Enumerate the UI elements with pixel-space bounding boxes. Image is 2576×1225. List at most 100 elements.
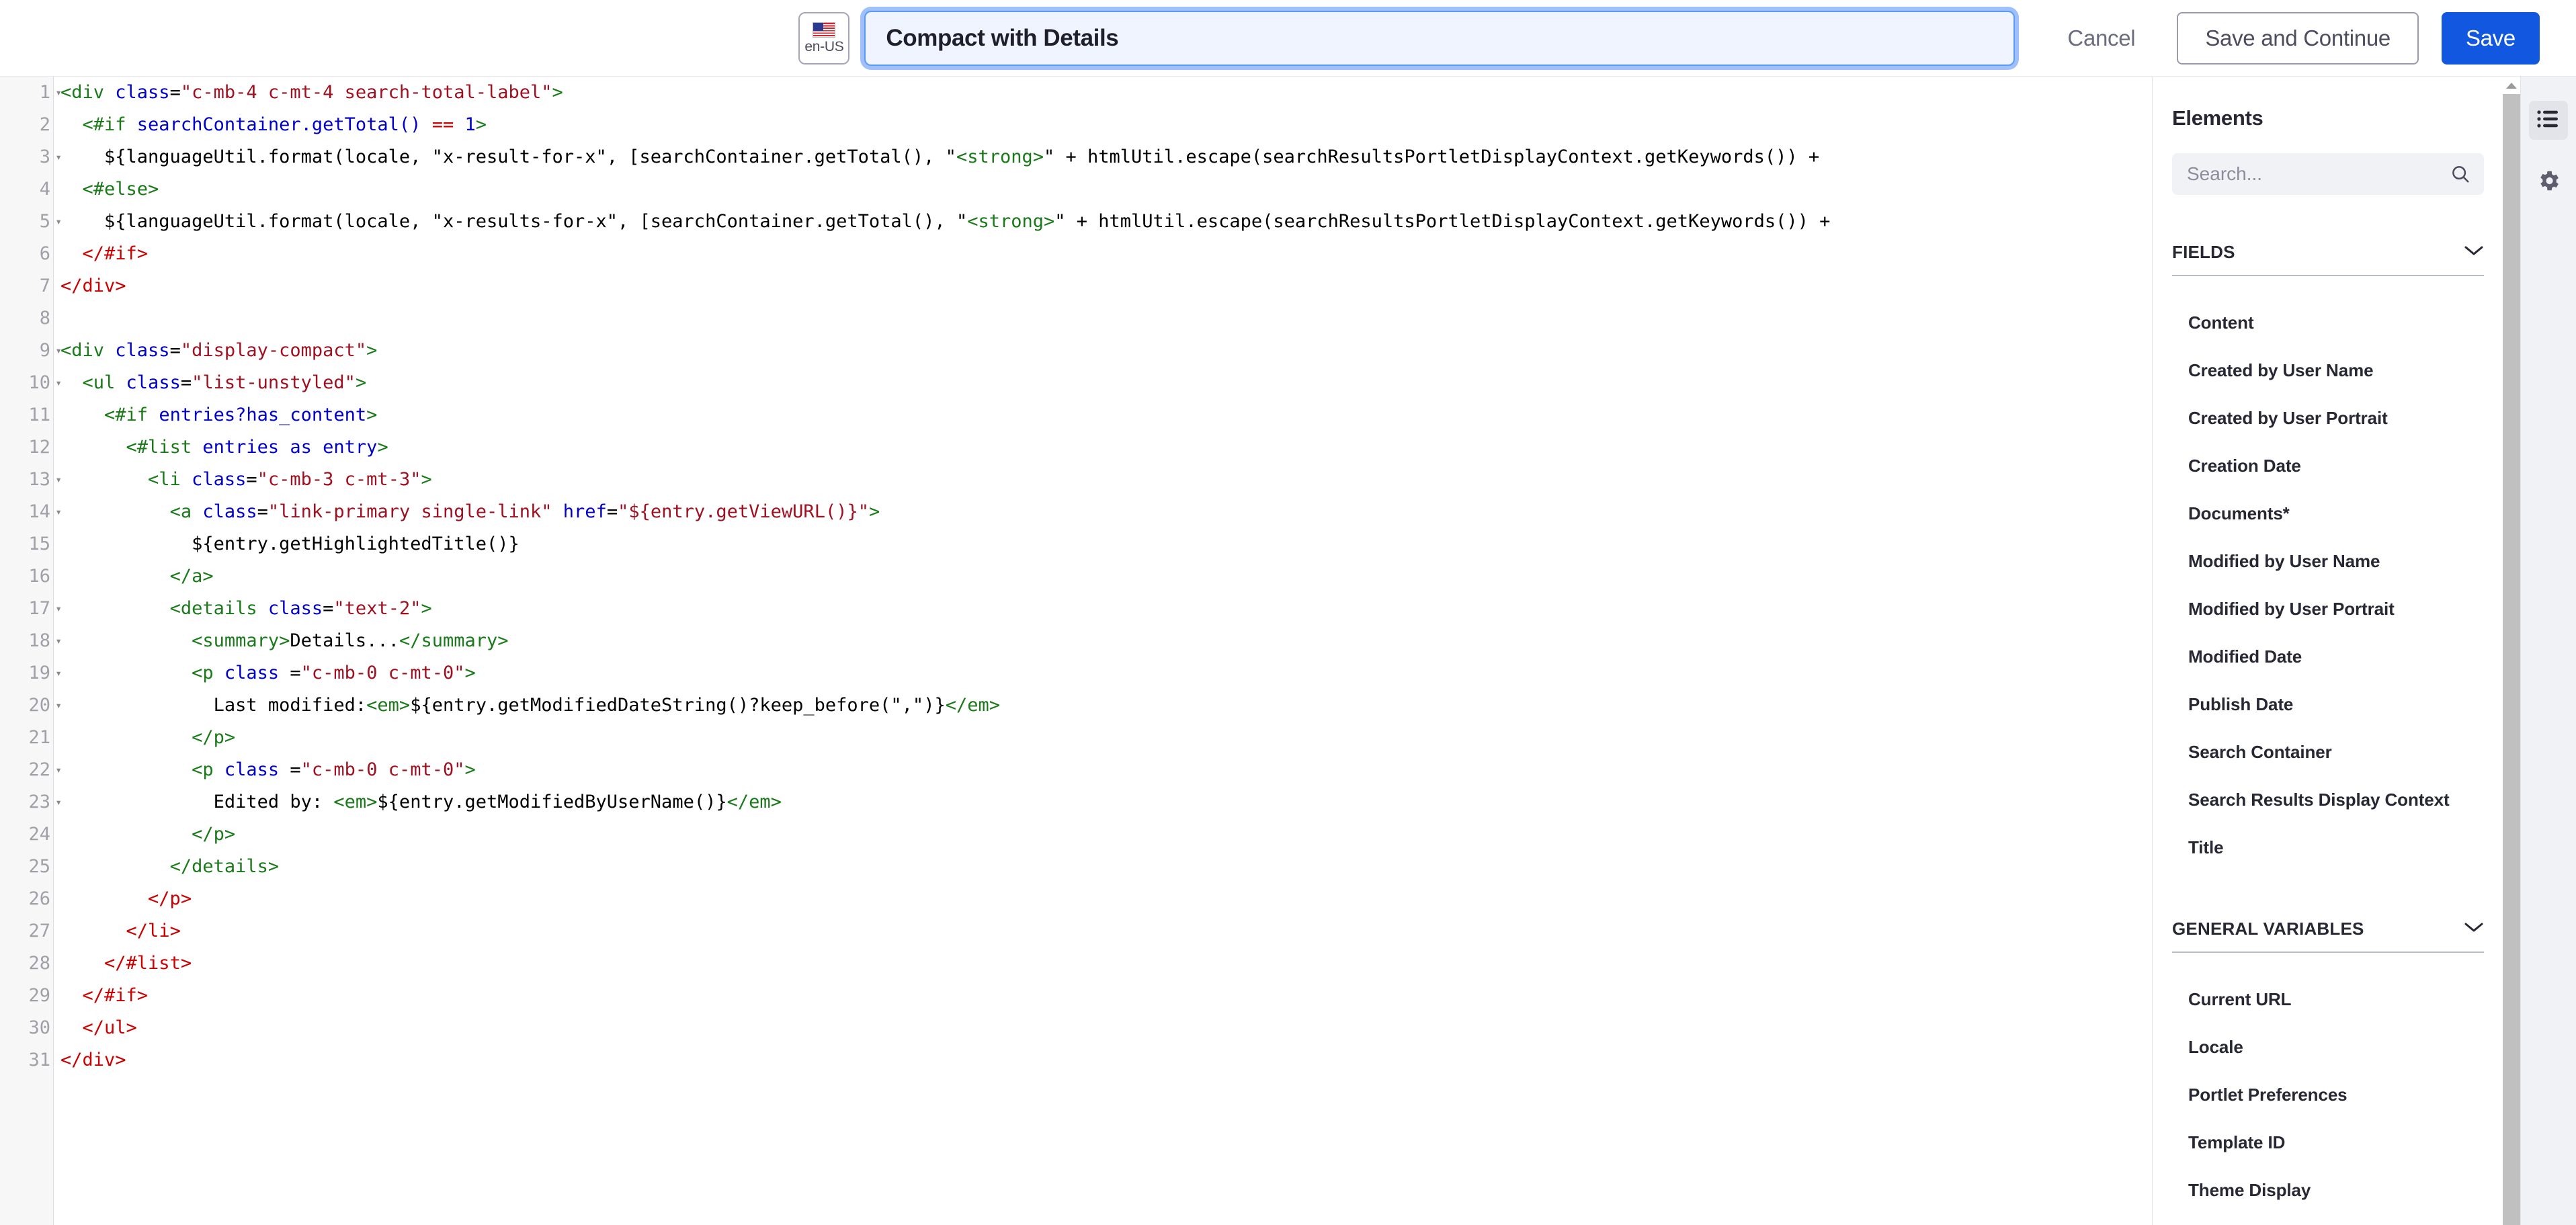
code-token: </#list> (104, 953, 192, 974)
code-token: "link-primary single-link" (267, 501, 563, 522)
gear-icon (2536, 168, 2561, 197)
line-number: 8 (39, 308, 50, 329)
chevron-down-icon[interactable] (2464, 921, 2484, 937)
code-line[interactable]: Edited by: <em>${entry.getModifiedByUser… (60, 786, 2152, 818)
panel-item[interactable]: Theme Display (2172, 1167, 2484, 1214)
line-number: 9 ▾ (0, 335, 62, 367)
code-line[interactable]: </p> (60, 883, 2152, 915)
panel-item[interactable]: Created by User Name (2172, 347, 2484, 394)
save-and-continue-button[interactable]: Save and Continue (2177, 11, 2419, 65)
panel-item[interactable]: Modified by User Name (2172, 538, 2484, 585)
code-token: <strong> (956, 146, 1044, 167)
line-number: 7 (39, 276, 50, 296)
code-line[interactable]: ${languageUtil.format(locale, "x-results… (60, 206, 2152, 238)
elements-list-tab-button[interactable] (2529, 101, 2568, 140)
code-line[interactable]: <ul class="list-unstyled"> (60, 367, 2152, 399)
code-line[interactable]: <#else> (60, 173, 2152, 206)
template-title-field[interactable] (864, 10, 2016, 66)
code-token: "c-mb-0 c-mt-0" (300, 663, 465, 683)
line-number: 3 ▾ (0, 141, 62, 173)
panel-item[interactable]: Publish Date (2172, 681, 2484, 728)
code-token: ${languageUtil.format(locale, "x-result-… (60, 146, 956, 167)
code-line[interactable]: </div> (60, 270, 2152, 302)
code-line[interactable]: <summary>Details...</summary> (60, 625, 2152, 657)
code-line[interactable]: <div class="c-mb-4 c-mt-4 search-total-l… (60, 77, 2152, 109)
panel-item[interactable]: Locale (2172, 1023, 2484, 1071)
code-token: = (257, 501, 268, 522)
panel-item[interactable]: Content (2172, 299, 2484, 347)
code-token: <div (60, 340, 116, 361)
panel-section-header-general-variables[interactable]: GENERAL VARIABLES (2172, 919, 2484, 953)
code-token: </div> (60, 1050, 126, 1070)
code-line[interactable]: <a class="link-primary single-link" href… (60, 496, 2152, 528)
scroll-up-arrow-icon[interactable] (2503, 77, 2520, 94)
code-line[interactable]: </p> (60, 722, 2152, 754)
code-token: = (279, 663, 301, 683)
code-line[interactable]: <li class="c-mb-3 c-mt-3"> (60, 464, 2152, 496)
panel-item[interactable]: Title (2172, 824, 2484, 872)
line-number: 26 (28, 888, 50, 909)
code-line[interactable]: </a> (60, 560, 2152, 593)
code-token: > (464, 759, 476, 780)
chevron-down-icon[interactable] (2464, 245, 2484, 260)
search-icon[interactable] (2450, 164, 2470, 184)
code-line[interactable]: </ul> (60, 1012, 2152, 1044)
code-line[interactable]: <div class="display-compact"> (60, 335, 2152, 367)
panel-item[interactable]: Modified by User Portrait (2172, 585, 2484, 633)
code-token: <div (60, 82, 116, 103)
panel-item[interactable]: Search Results Display Context (2172, 776, 2484, 824)
code-line[interactable]: </div> (60, 1044, 2152, 1076)
code-line[interactable] (60, 302, 2152, 335)
code-token: class (126, 372, 181, 393)
code-line[interactable]: <#if searchContainer.getTotal() == 1> (60, 109, 2152, 141)
line-number: 31 (28, 1050, 50, 1070)
code-line[interactable]: <p class ="c-mb-0 c-mt-0"> (60, 754, 2152, 786)
code-line[interactable]: </#if> (60, 238, 2152, 270)
panel-scrollbar-thumb[interactable] (2503, 94, 2520, 1225)
code-line[interactable]: </p> (60, 818, 2152, 851)
code-line[interactable]: <#list entries as entry> (60, 431, 2152, 464)
code-line[interactable]: </details> (60, 851, 2152, 883)
elements-search-box[interactable] (2172, 153, 2484, 195)
save-button[interactable]: Save (2441, 11, 2540, 65)
settings-tab-button[interactable] (2529, 163, 2568, 202)
code-line[interactable]: </#if> (60, 980, 2152, 1012)
code-token: "c-mb-4 c-mt-4 search-total-label" (180, 82, 552, 103)
code-line[interactable]: ${languageUtil.format(locale, "x-result-… (60, 141, 2152, 173)
code-line[interactable]: <p class ="c-mb-0 c-mt-0"> (60, 657, 2152, 689)
code-token: <em> (366, 695, 411, 716)
panel-item[interactable]: Creation Date (2172, 442, 2484, 490)
panel-section-label: GENERAL VARIABLES (2172, 919, 2364, 939)
code-token: "text-2" (333, 598, 421, 619)
code-token: class (192, 469, 247, 490)
code-line[interactable]: Last modified:<em>${entry.getModifiedDat… (60, 689, 2152, 722)
panel-item[interactable]: Modified Date (2172, 633, 2484, 681)
code-token: " + htmlUtil.escape(searchResultsPortlet… (1054, 211, 1831, 232)
code-editor[interactable]: 1 ▾ 2 3 ▾ 4 5 ▾ 6 7 8 9 ▾ 10 ▾ 11 12 13 ▾ 14 ▾ 15 16 17 ▾ 18 ▾ 19 ▾ 2… (0, 77, 2153, 1225)
panel-scrollbar[interactable] (2503, 77, 2520, 1225)
code-line[interactable]: <#if entries?has_content> (60, 399, 2152, 431)
panel-item[interactable]: Portlet Preferences (2172, 1071, 2484, 1119)
code-line[interactable]: </#list> (60, 947, 2152, 980)
template-title-input[interactable] (884, 24, 1995, 52)
panel-item[interactable]: Template ID (2172, 1119, 2484, 1167)
code-content[interactable]: <div class = "c-mb-4 c-mt-4 search-total-l… (60, 77, 2152, 1225)
code-line[interactable]: <details class="text-2"> (60, 593, 2152, 625)
panel-item[interactable]: Documents* (2172, 490, 2484, 538)
code-token: > (552, 82, 563, 103)
panel-section-header-fields[interactable]: FIELDS (2172, 242, 2484, 276)
panel-item[interactable]: Created by User Portrait (2172, 394, 2484, 442)
cancel-button[interactable]: Cancel (2063, 25, 2139, 52)
locale-selector-button[interactable]: en-US (798, 11, 850, 65)
code-line[interactable]: </li> (60, 915, 2152, 947)
elements-search-input[interactable] (2186, 163, 2450, 185)
panel-item[interactable]: Current URL (2172, 976, 2484, 1023)
panel-item[interactable]: Search Container (2172, 728, 2484, 776)
code-token: "list-unstyled" (192, 372, 356, 393)
code-line[interactable]: ${entry.getHighlightedTitle()} (60, 528, 2152, 560)
